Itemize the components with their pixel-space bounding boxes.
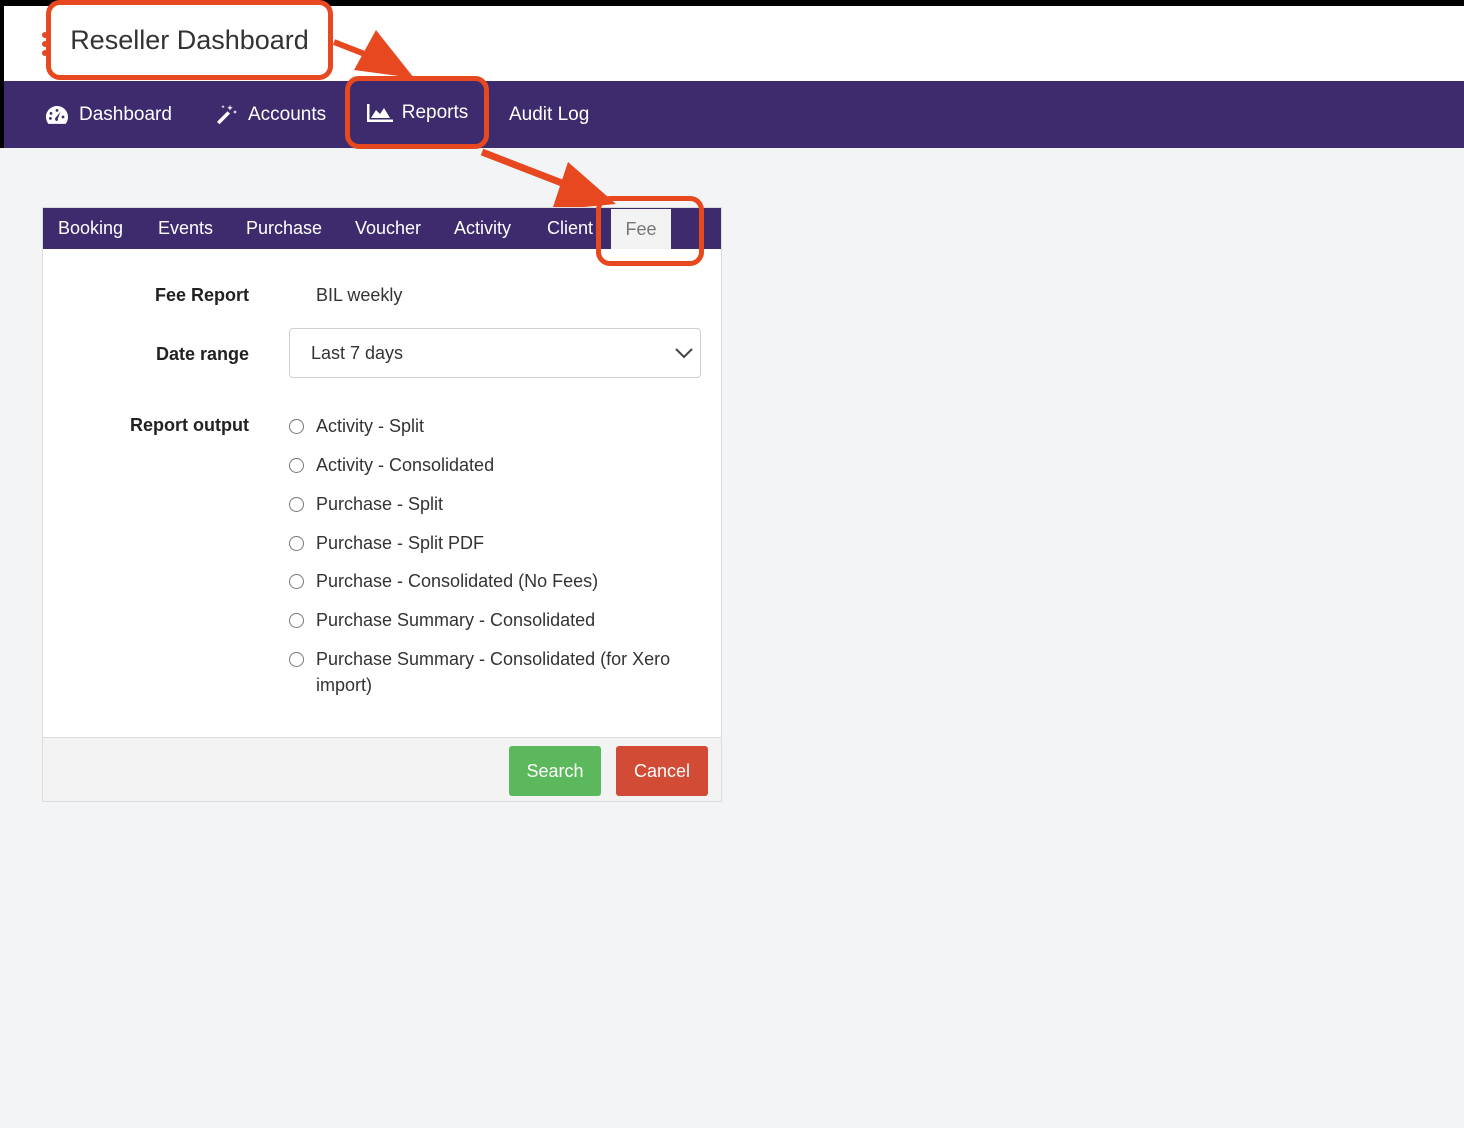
- radio-button[interactable]: [289, 419, 304, 434]
- radio-label: Purchase - Split: [316, 494, 444, 514]
- radio-label: Purchase Summary - Consolidated: [316, 610, 596, 630]
- search-button[interactable]: Search: [509, 746, 601, 796]
- nav-item-reports[interactable]: Reports: [345, 76, 489, 149]
- nav-item-label: Audit Log: [509, 103, 590, 125]
- radio-button[interactable]: [289, 574, 304, 589]
- fee-report-panel: Booking Events Purchase Voucher Activity…: [42, 196, 722, 802]
- tab-events[interactable]: Events: [158, 208, 213, 249]
- report-output-option[interactable]: Purchase Summary - Consolidated: [289, 609, 709, 633]
- nav-item-label: Accounts: [248, 103, 327, 125]
- radio-button[interactable]: [289, 497, 304, 512]
- radio-label: Purchase - Consolidated (No Fees): [316, 571, 599, 591]
- page-title: Reseller Dashboard: [46, 0, 333, 80]
- tab-booking[interactable]: Booking: [58, 208, 123, 249]
- tab-purchase[interactable]: Purchase: [246, 208, 322, 249]
- radio-label: Purchase Summary - Consolidated (for Xer…: [316, 649, 671, 695]
- tab-client[interactable]: Client: [547, 208, 593, 249]
- top-navigation: Dashboard Accounts Audit Log: [4, 81, 1464, 148]
- nav-item-accounts[interactable]: Accounts: [214, 81, 326, 148]
- radio-label: Activity - Split: [316, 416, 425, 436]
- tab-activity[interactable]: Activity: [454, 208, 511, 249]
- tachometer-icon: [46, 105, 68, 124]
- report-output-option[interactable]: Purchase Summary - Consolidated (for Xer…: [289, 648, 699, 698]
- radio-button[interactable]: [289, 652, 304, 667]
- radio-button[interactable]: [289, 613, 304, 628]
- date-range-selected-value: Last 7 days: [311, 342, 404, 363]
- nav-item-audit-log[interactable]: Audit Log: [509, 81, 589, 148]
- chevron-down-icon: [675, 348, 693, 359]
- report-output-label: Report output: [130, 415, 249, 435]
- nav-item-label: Reports: [401, 101, 469, 123]
- radio-button[interactable]: [289, 458, 304, 473]
- panel-footer: Search Cancel: [43, 737, 721, 801]
- report-output-option[interactable]: Activity - Consolidated: [289, 454, 709, 478]
- date-range-select[interactable]: Last 7 days: [289, 328, 701, 378]
- radio-label: Purchase - Split PDF: [316, 533, 485, 553]
- radio-label: Activity - Consolidated: [316, 455, 495, 475]
- report-output-option[interactable]: Purchase - Split PDF: [289, 532, 709, 556]
- magic-wand-icon: [216, 104, 237, 124]
- radio-button[interactable]: [289, 536, 304, 551]
- date-range-label: Date range: [155, 344, 249, 364]
- tab-voucher[interactable]: Voucher: [355, 208, 421, 249]
- report-output-option[interactable]: Purchase - Split: [289, 493, 709, 517]
- cancel-button[interactable]: Cancel: [616, 746, 708, 796]
- fee-report-value: BIL weekly: [316, 285, 403, 305]
- area-chart-icon: [366, 103, 393, 122]
- report-output-option[interactable]: Purchase - Consolidated (No Fees): [289, 570, 709, 594]
- nav-item-dashboard[interactable]: Dashboard: [45, 81, 172, 148]
- fee-report-label: Fee Report: [154, 285, 249, 305]
- nav-item-label: Dashboard: [79, 103, 172, 125]
- report-output-option[interactable]: Activity - Split: [289, 415, 709, 439]
- tab-fee-highlight: [596, 196, 704, 266]
